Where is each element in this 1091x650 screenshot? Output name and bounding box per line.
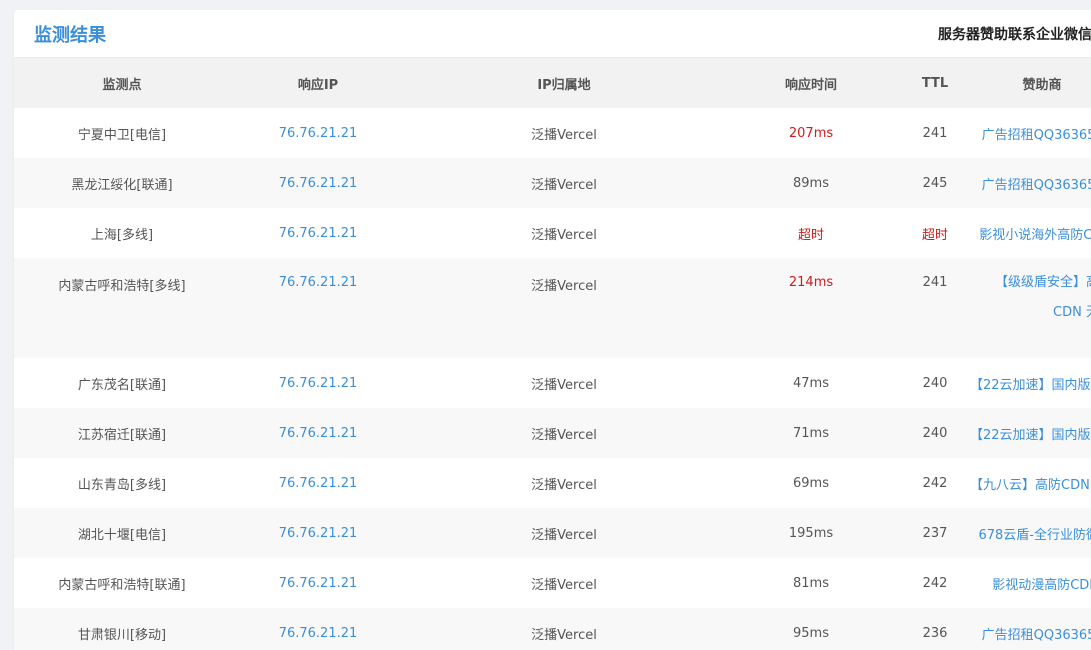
cell-sponsor-link[interactable]: 影视小说海外高防CDN [970,208,1091,258]
cell-monitor-point: 广东茂名[联通] [77,377,167,393]
column-header-point: 监测点 [14,58,230,108]
cell-monitor-point: 内蒙古呼和浩特[多线] [14,258,230,358]
cell-monitor-point: 宁夏中卫[电信] [77,127,167,143]
cell-monitor-point: 甘肃银川[移动] [14,608,230,650]
table-row: 宁夏中卫[电信] 76.76.21.21 泛播Vercel 207ms 241 广告招租Q… [14,108,1091,158]
cell-monitor-point: 内蒙古呼和浩特[联通] [58,577,186,593]
cell-response-time: 超时 [797,227,824,243]
cell-response-time: 214ms [722,258,900,358]
cell-response-ip[interactable]: 76.76.21.21 [230,608,406,650]
table-row: 山东青岛[多线] 76.76.21.21 泛播Vercel 69ms 242 【九八云】高… [14,458,1091,508]
cell-ttl: 242 [922,475,948,491]
cell-response-ip[interactable]: 76.76.21.21 [230,508,406,558]
cell-sponsor-link[interactable]: 678云盾-全行业防御扩 [970,508,1091,558]
column-header-sponsor: 赞助商 [970,58,1091,108]
table-header-row: 监测点 响应IP IP归属地 响应时间 TTL 赞助商 [14,58,1091,108]
cell-monitor-point: 上海[多线] [90,227,154,243]
cell-sponsor-link[interactable]: 【九八云】高防CDN，无惧 [970,458,1091,508]
sponsor-contact-note: 服务器赞助联系企业微信 [938,27,1091,43]
cell-sponsor-link[interactable]: 【22云加速】国内版CF， [970,408,1091,458]
panel-header: 监测结果 服务器赞助联系企业微信 [14,10,1091,58]
table-row: 广东茂名[联通] 76.76.21.21 泛播Vercel 47ms 240 【22云加速… [14,358,1091,408]
cell-ttl: 237 [900,508,970,558]
cell-response-ip[interactable]: 76.76.21.21 [230,158,406,208]
cell-ttl: 241 [922,125,948,141]
cell-response-time: 81ms [793,575,829,591]
cell-ip-location: 泛播Vercel [531,377,597,393]
column-header-location: IP归属地 [406,58,722,108]
cell-response-time: 95ms [722,608,900,650]
cell-monitor-point: 江苏宿迁[联通] [14,408,230,458]
cell-ttl: 超时 [921,227,948,243]
cell-response-time: 195ms [722,508,900,558]
table-row: 江苏宿迁[联通] 76.76.21.21 泛播Vercel 71ms 240 【22云加速… [14,408,1091,458]
cell-ip-location: 泛播Vercel [531,577,597,593]
cell-monitor-point: 湖北十堰[电信] [14,508,230,558]
cell-response-ip[interactable]: 76.76.21.21 [230,108,406,158]
cell-ip-location: 泛播Vercel [531,127,597,143]
cell-sponsor-link[interactable]: 广告招租QQ3636547 [970,608,1091,650]
cell-ttl: 240 [900,408,970,458]
cell-ttl: 242 [922,575,948,591]
cell-ttl: 236 [900,608,970,650]
cell-sponsor-link[interactable]: 广告招租QQ3636547 [970,158,1091,208]
cell-ip-location: 泛播Vercel [531,227,597,243]
table-row: 甘肃银川[移动] 76.76.21.21 泛播Vercel 95ms 236 广告招租QQ… [14,608,1091,650]
cell-monitor-point: 山东青岛[多线] [77,477,167,493]
cell-sponsor-link[interactable]: 【22云加速】国内版CF， [970,358,1091,408]
cell-sponsor-link[interactable]: 广告招租QQ3636547 [970,108,1091,158]
cell-ip-location: 泛播Vercel [406,158,722,208]
cell-response-time: 207ms [788,125,834,141]
cell-response-ip[interactable]: 76.76.21.21 [230,358,406,408]
table-row: 黑龙江绥化[联通] 76.76.21.21 泛播Vercel 89ms 245 广告招租Q… [14,158,1091,208]
cell-response-time: 89ms [722,158,900,208]
cell-response-ip[interactable]: 76.76.21.21 [230,208,406,258]
table-row: 湖北十堰[电信] 76.76.21.21 泛播Vercel 195ms 237 678云盾… [14,508,1091,558]
cell-response-ip[interactable]: 76.76.21.21 [230,408,406,458]
column-header-time: 响应时间 [722,58,900,108]
cell-response-time: 69ms [793,475,829,491]
sponsor-line-2: 用! [970,328,1091,358]
cell-ttl: 245 [900,158,970,208]
cell-ttl: 241 [900,258,970,358]
cell-response-ip[interactable]: 76.76.21.21 [230,558,406,608]
cell-response-time: 71ms [722,408,900,458]
cell-ip-location: 泛播Vercel [406,258,722,358]
cell-ip-location: 泛播Vercel [406,408,722,458]
cell-response-ip[interactable]: 76.76.21.21 [230,458,406,508]
panel-title: 监测结果 [34,25,106,46]
column-header-ttl: TTL [900,58,970,108]
cell-ip-location: 泛播Vercel [406,608,722,650]
cell-response-time: 47ms [793,375,829,391]
cell-sponsor-link[interactable]: 影视动漫高防CDN防 [970,558,1091,608]
cell-ip-location: 泛播Vercel [406,508,722,558]
cell-ip-location: 泛播Vercel [531,477,597,493]
cell-response-ip[interactable]: 76.76.21.21 [230,258,406,358]
table-row: 内蒙古呼和浩特[联通] 76.76.21.21 泛播Vercel 81ms 242 影视动… [14,558,1091,608]
sponsor-line-1: 【级级盾安全】高防CDN 无视 [994,275,1091,320]
results-table: 监测点 响应IP IP归属地 响应时间 TTL 赞助商 宁夏中卫[电信] 76.7… [14,58,1091,650]
table-row: 内蒙古呼和浩特[多线] 76.76.21.21 泛播Vercel 214ms 241 【级… [14,258,1091,358]
cell-monitor-point: 黑龙江绥化[联通] [14,158,230,208]
result-panel: 监测结果 服务器赞助联系企业微信 监测点 响应IP IP归属地 响应时间 TTL… [14,10,1091,650]
column-header-ip: 响应IP [230,58,406,108]
cell-sponsor-link[interactable]: 【级级盾安全】高防CDN 无视用! [970,258,1091,358]
table-row: 上海[多线] 76.76.21.21 泛播Vercel 超时 超时 影视小说海外高防CDN [14,208,1091,258]
cell-ttl: 240 [922,375,948,391]
